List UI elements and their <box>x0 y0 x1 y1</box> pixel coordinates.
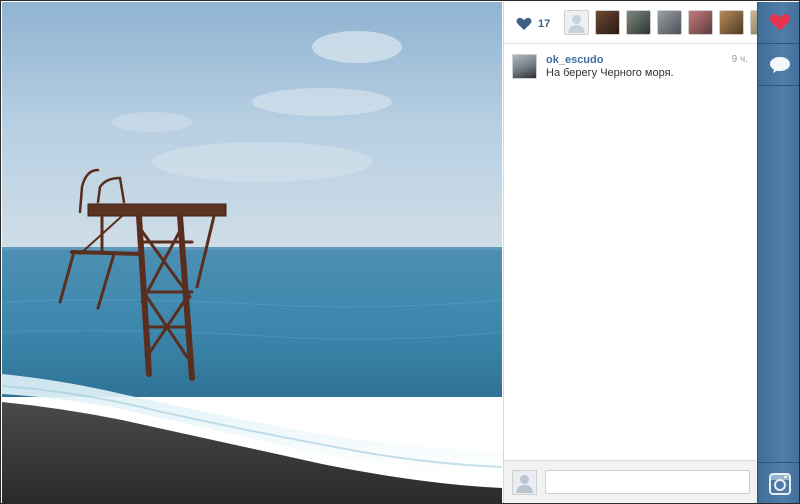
likes-bar: 17 <box>504 2 758 44</box>
caption-text: На берегу Черного моря. <box>546 67 674 79</box>
comment-input[interactable] <box>545 470 750 494</box>
author-avatar[interactable] <box>512 54 537 79</box>
liker-avatar[interactable] <box>688 10 713 35</box>
like-count-value: 17 <box>538 18 551 30</box>
caption: ok_escudo 9 ч. На берегу Черного моря. <box>512 54 752 84</box>
comment-button[interactable] <box>758 44 799 86</box>
post-detail-panel: 17 ok_escudo 9 ч. На берегу Черного моря… <box>503 2 758 503</box>
camera-icon <box>768 472 791 495</box>
likers-list <box>564 10 758 36</box>
liker-avatar[interactable] <box>657 10 682 35</box>
liker-avatar[interactable] <box>626 10 651 35</box>
user-placeholder-icon <box>516 475 533 493</box>
post-photo[interactable] <box>2 2 502 503</box>
author-username[interactable]: ok_escudo <box>546 54 603 66</box>
post-time: 9 ч. <box>731 54 748 65</box>
heart-icon <box>516 17 532 30</box>
comments-area <box>504 90 758 462</box>
app-window: 17 ok_escudo 9 ч. На берегу Черного моря… <box>0 0 800 504</box>
photo-image <box>2 2 502 503</box>
instagram-button[interactable] <box>758 462 799 503</box>
liker-avatar[interactable] <box>719 10 744 35</box>
liker-avatar[interactable] <box>564 10 589 35</box>
action-sidebar <box>757 2 799 503</box>
user-placeholder-icon <box>568 15 585 33</box>
like-button[interactable] <box>758 2 799 44</box>
heart-icon <box>769 13 790 31</box>
speech-bubble-icon <box>769 56 790 73</box>
like-count[interactable]: 17 <box>516 15 550 33</box>
liker-avatar[interactable] <box>595 10 620 35</box>
current-user-avatar <box>512 470 537 495</box>
comment-bar <box>504 460 758 503</box>
